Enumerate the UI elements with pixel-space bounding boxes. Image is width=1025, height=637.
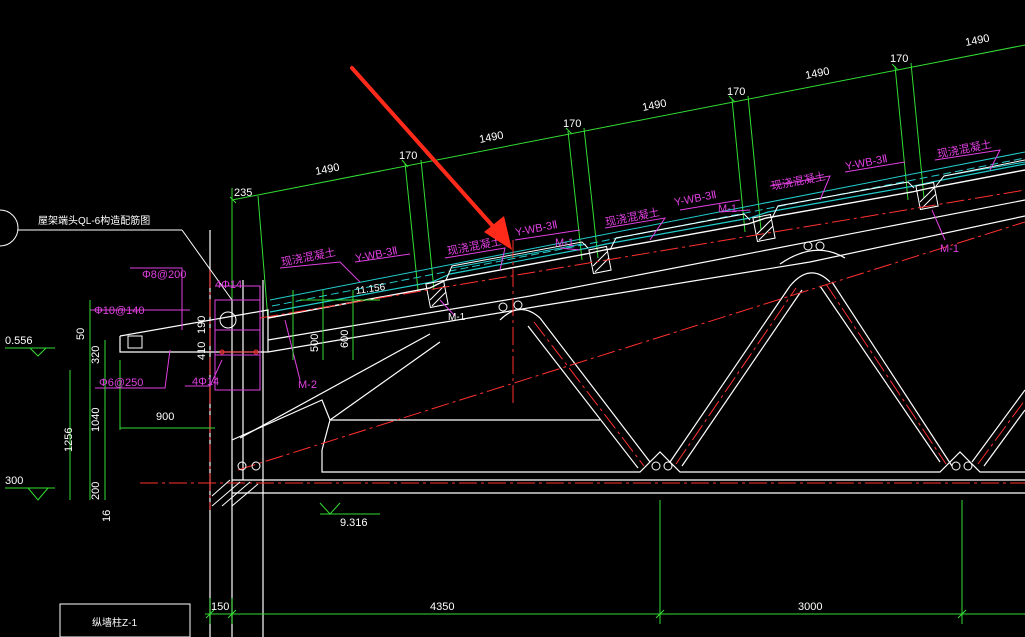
rebar-bottom: Φ6@250 xyxy=(99,377,143,389)
dim-900: 900 xyxy=(156,411,174,423)
dim-320: 320 xyxy=(90,346,102,364)
elev-slab-level: 11.156 xyxy=(355,282,387,297)
bottom-dimension-chain xyxy=(205,500,1025,624)
label-cast-4: 现浇混凝土 xyxy=(770,169,827,193)
cad-drawing: 235 1490 170 1490 170 1490 170 1490 170 … xyxy=(0,32,1025,637)
dim-3000: 3000 xyxy=(798,601,822,613)
roof-dim-3: 170 xyxy=(563,118,581,130)
rebar-4phi14-a: 4Φ14 xyxy=(215,279,242,291)
roof-dim-2: 1490 xyxy=(478,129,504,145)
rebar-mid: Φ10@140 xyxy=(94,305,145,317)
label-joint-b: M-1 xyxy=(718,203,737,215)
dim-150: 150 xyxy=(211,601,229,613)
roof-truss xyxy=(209,199,1025,637)
dim-1256: 1256 xyxy=(63,428,75,452)
roof-dim-first: 235 xyxy=(234,187,252,199)
left-detail xyxy=(0,209,380,637)
roof-dim-4: 1490 xyxy=(641,97,667,113)
elev-top-left: 0.556 xyxy=(5,335,33,347)
dim-1040: 1040 xyxy=(90,408,102,432)
label-panel-2: Y-WB-3Ⅱ xyxy=(514,219,558,239)
roof-dim-1: 170 xyxy=(399,150,417,162)
bottom-dimension-labels: 150 4350 3000 xyxy=(211,601,822,613)
dim-500: 500 xyxy=(309,334,321,352)
label-panel-3: Y-WB-3Ⅱ xyxy=(673,189,717,209)
label-panel-4: Y-WB-3Ⅱ xyxy=(844,153,888,173)
label-panel-1: Y-WB-3Ⅱ xyxy=(354,245,398,265)
slab-annotations: 现浇混凝土 Y-WB-3Ⅱ 现浇混凝土 Y-WB-3Ⅱ M-1 现浇混凝土 Y-… xyxy=(280,137,993,391)
label-joint-d: M-1 xyxy=(448,312,466,323)
roof-dimension-labels: 235 1490 170 1490 170 1490 170 1490 170 … xyxy=(234,32,991,199)
dim-190: 190 xyxy=(196,316,208,334)
label-cast-5: 现浇混凝土 xyxy=(936,137,993,161)
rebar-4phi14-b: 4Φ14 xyxy=(192,376,219,388)
roof-dim-8: 1490 xyxy=(964,32,990,48)
roof-dim-5: 170 xyxy=(727,86,745,98)
label-joint-c: M-1 xyxy=(940,243,959,255)
dim-200: 200 xyxy=(90,482,102,500)
dim-600: 600 xyxy=(339,330,351,348)
rebar-top: Φ8@200 xyxy=(142,269,186,281)
roof-dim-6: 1490 xyxy=(804,65,830,81)
column-label: 纵墙柱Z-1 xyxy=(92,616,137,629)
truss-nodes xyxy=(219,241,973,471)
elev-bottom-chord: 9.316 xyxy=(340,517,368,529)
dim-50: 50 xyxy=(75,328,87,340)
centerlines xyxy=(140,189,1025,510)
label-joint-lower: M-2 xyxy=(298,379,317,391)
roof-dim-0: 1490 xyxy=(314,161,340,177)
dim-4350: 4350 xyxy=(430,601,454,613)
elev-bottom-left: 300 xyxy=(5,475,23,487)
label-joint-a: M-1 xyxy=(555,237,574,249)
detail-title: 屋架端头QL-6构造配筋图 xyxy=(38,214,150,227)
dim-16: 16 xyxy=(101,510,113,522)
dim-410: 410 xyxy=(196,342,208,360)
roof-dim-7: 170 xyxy=(890,53,908,65)
red-arrow-icon xyxy=(350,66,512,250)
